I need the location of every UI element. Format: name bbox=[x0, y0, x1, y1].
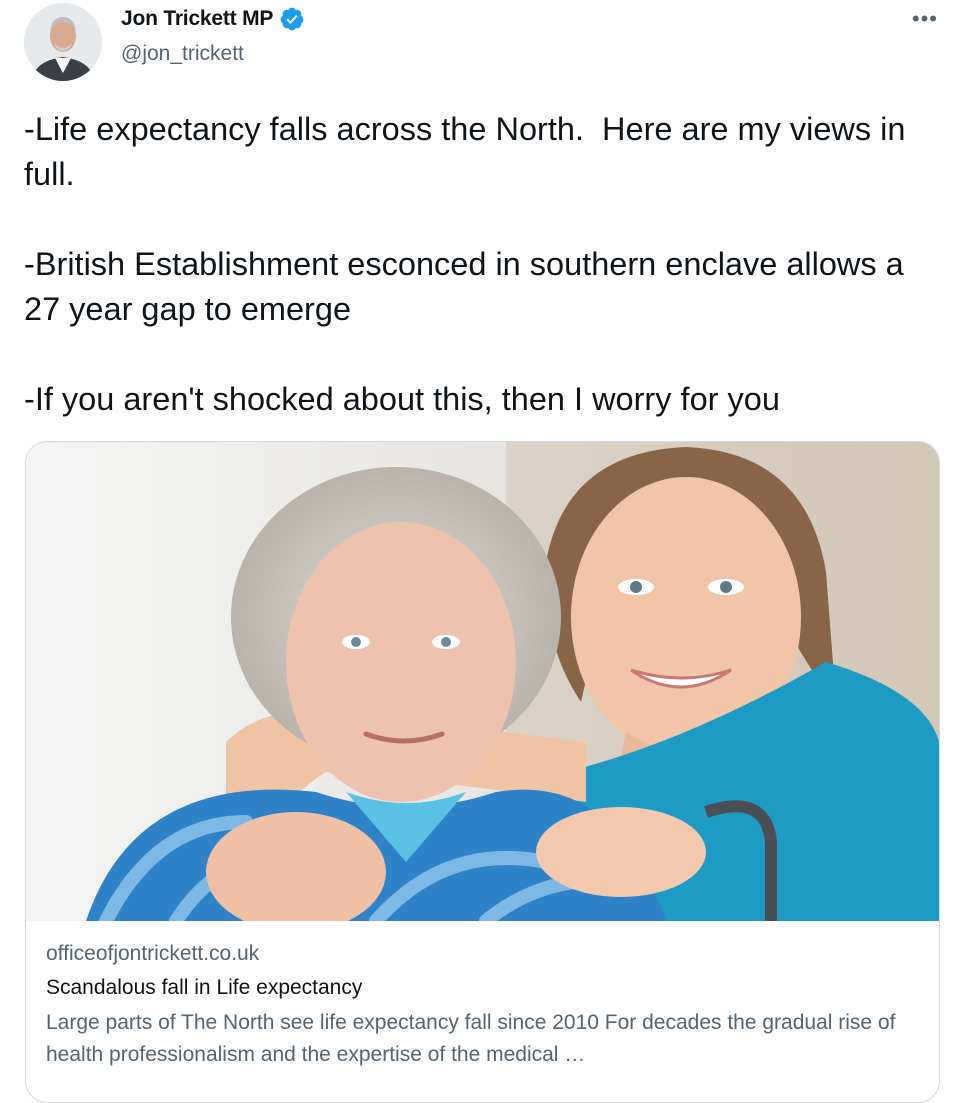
author-display-name[interactable]: Jon Trickett MP bbox=[121, 7, 273, 31]
card-description: Large parts of The North see life expect… bbox=[46, 1011, 896, 1066]
tweet-paragraph: -Life expectancy falls across the North.… bbox=[24, 111, 915, 192]
more-options-icon[interactable]: ••• bbox=[912, 6, 938, 32]
tweet-text: -Life expectancy falls across the North.… bbox=[24, 107, 944, 422]
author-handle[interactable]: @jon_trickett bbox=[121, 42, 244, 66]
avatar-image bbox=[24, 3, 102, 81]
avatar[interactable] bbox=[24, 3, 102, 81]
author-name-row: Jon Trickett MP bbox=[121, 6, 305, 32]
card-image[interactable] bbox=[26, 442, 939, 921]
card-title[interactable]: Scandalous fall in Life expectancy bbox=[46, 973, 921, 1003]
link-preview-card[interactable]: officeofjontrickett.co.uk Scandalous fal… bbox=[25, 441, 940, 1103]
card-domain: officeofjontrickett.co.uk bbox=[46, 942, 260, 965]
tweet-paragraph: -British Establishment esconced in south… bbox=[24, 246, 913, 327]
tweet-paragraph: -If you aren't shocked about this, then … bbox=[24, 381, 780, 417]
card-meta: officeofjontrickett.co.uk Scandalous fal… bbox=[46, 939, 921, 1071]
verified-badge-icon bbox=[280, 7, 304, 31]
